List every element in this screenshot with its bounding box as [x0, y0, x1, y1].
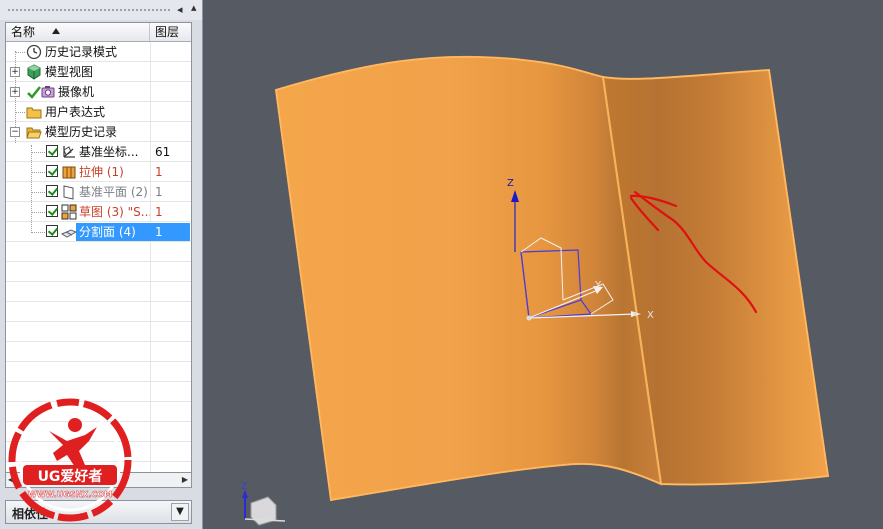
folder-icon [26, 107, 42, 119]
visibility-checkbox[interactable] [46, 165, 58, 177]
tree-connector [31, 172, 45, 173]
chevron-down-icon[interactable]: ▼ [171, 503, 189, 521]
ug-fan-logo: UG爱好者 WWW.UGSNX.COM [8, 398, 132, 522]
tree-item-layer: 1 [155, 165, 163, 179]
tree-item-layer: 1 [155, 225, 163, 239]
scroll-right-icon[interactable]: ▶ [182, 475, 188, 484]
tree-item-label: 基准平面 (2) [79, 185, 148, 199]
tree-connector [15, 112, 25, 113]
tree-connector [31, 212, 45, 213]
tree-item-user-expressions[interactable]: 用户表达式 [6, 102, 191, 122]
empty-row [6, 242, 191, 262]
visibility-checkbox[interactable] [46, 205, 58, 217]
empty-row [6, 342, 191, 362]
dock-grip[interactable] [8, 9, 170, 11]
empty-row [6, 302, 191, 322]
column-name-label: 名称 [11, 25, 36, 39]
tree-item-layer: 61 [155, 145, 171, 159]
tree-connector [15, 52, 25, 53]
tree-item-datum-csys[interactable]: 基准坐标... 61 [6, 142, 191, 162]
x-axis-label: X [647, 310, 654, 321]
tree-item-cameras[interactable]: + 摄像机 [6, 82, 191, 102]
logo-url-text: WWW.UGSNX.COM [28, 490, 112, 499]
tree-item-label: 分割面 (4) [79, 225, 136, 239]
3d-scene[interactable]: Z X Y Z [203, 0, 883, 529]
tree-connector [31, 192, 45, 193]
expand-icon[interactable]: + [10, 67, 20, 77]
tree-item-model-views[interactable]: + 模型视图 [6, 62, 191, 82]
extrude-icon [62, 166, 76, 179]
column-header-name[interactable]: 名称 [6, 23, 150, 41]
surface-face-left[interactable] [274, 55, 663, 502]
datum-csys-icon [63, 146, 75, 158]
visibility-checkbox[interactable] [46, 225, 58, 237]
tree-header: 名称 图层 [6, 23, 191, 42]
tree-item-label: 拉伸 (1) [79, 165, 124, 179]
navigator-menu-icon[interactable]: ▴ [191, 1, 197, 14]
visibility-checkbox[interactable] [46, 145, 58, 157]
empty-row [6, 262, 191, 282]
empty-row [6, 322, 191, 342]
tree-connector [31, 232, 45, 233]
divide-face-icon [61, 229, 77, 238]
tree-item-label: 模型视图 [45, 65, 94, 79]
tree-item-history-mode[interactable]: 历史记录模式 [6, 42, 191, 62]
column-layer-label: 图层 [155, 25, 180, 39]
sort-ascending-icon [52, 28, 60, 34]
logo-brand-text: UG爱好者 [38, 468, 103, 485]
tree-item-sketch[interactable]: 草图 (3) "S... 1 [6, 202, 191, 222]
visibility-checkbox[interactable] [46, 185, 58, 197]
column-header-layer[interactable]: 图层 [150, 23, 191, 41]
pin-icon[interactable]: ◂ [177, 3, 183, 16]
tree-item-label: 草图 (3) "S... [79, 205, 153, 219]
empty-row [6, 362, 191, 382]
tree-item-label: 模型历史记录 [45, 125, 118, 139]
tree-connector [31, 152, 45, 153]
expand-icon[interactable]: + [10, 87, 20, 97]
tree-item-model-history[interactable]: − 模型历史记录 [6, 122, 191, 142]
z-axis-label: Z [507, 178, 514, 189]
tree-item-label: 用户表达式 [45, 105, 106, 119]
model-views-icon [27, 64, 41, 80]
tree-item-layer: 1 [155, 185, 163, 199]
tree-item-layer: 1 [155, 205, 163, 219]
clock-icon [26, 44, 42, 60]
tree-item-label: 历史记录模式 [45, 45, 118, 59]
folder-open-icon [26, 127, 42, 139]
triad-z-label: Z [241, 482, 247, 492]
camera-icon [41, 86, 55, 98]
collapse-icon[interactable]: − [10, 127, 20, 137]
tree-item-extrude[interactable]: 拉伸 (1) 1 [6, 162, 191, 182]
empty-row [6, 282, 191, 302]
view-triad[interactable]: Z [241, 482, 286, 526]
datum-plane-icon [63, 185, 74, 200]
graphics-viewport[interactable]: Z X Y Z [203, 0, 883, 529]
tree-item-divide-face[interactable]: 分割面 (4) 1 [6, 222, 191, 242]
tree-item-datum-plane[interactable]: 基准平面 (2) 1 [6, 182, 191, 202]
sketch-icon [61, 204, 77, 220]
tree-item-label: 摄像机 [58, 85, 95, 99]
tree-item-label: 基准坐标... [79, 145, 139, 159]
navigator-titlebar: ◂ ▴ [0, 0, 202, 20]
y-axis-label: Y [594, 280, 602, 291]
